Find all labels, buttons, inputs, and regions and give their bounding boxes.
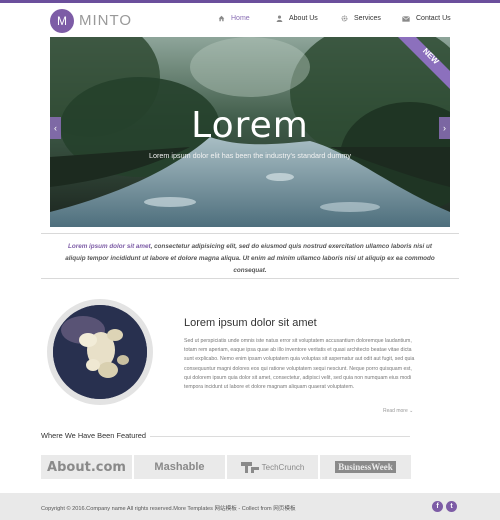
chevron-left-icon: ‹ (54, 123, 57, 133)
site-name[interactable]: MINTO (79, 12, 132, 29)
featured-heading-line (150, 436, 410, 437)
partner-logos: About.com Mashable TechCrunch BusinessWe… (41, 455, 411, 479)
businessweek-label: BusinessWeek (335, 461, 396, 473)
divider-top (41, 233, 459, 234)
home-icon (218, 15, 225, 22)
facebook-icon[interactable]: f (432, 501, 443, 512)
read-more-link[interactable]: Read more ⌄ (383, 408, 413, 414)
intro-lead: Lorem ipsum dolor sit amet (68, 243, 151, 250)
nav-services-label: Services (354, 15, 381, 22)
nav-contact-label: Contact Us (416, 15, 451, 22)
partner-logo-businessweek[interactable]: BusinessWeek (320, 455, 411, 479)
envelope-icon (402, 15, 410, 22)
hero-slider[interactable]: Lorem Lorem ipsum dolor elit has been th… (50, 37, 450, 227)
feature-image (53, 305, 147, 399)
logo-badge[interactable]: M (50, 9, 74, 33)
nav-home-label: Home (231, 15, 250, 22)
site-footer: Copyright © 2016.Company name All rights… (0, 493, 500, 520)
techcrunch-mark-icon (240, 461, 259, 473)
slider-prev-button[interactable]: ‹ (50, 117, 61, 139)
nav-services[interactable]: Services (341, 15, 381, 22)
divider-bottom (41, 278, 459, 279)
gear-icon (341, 15, 348, 22)
slider-next-button[interactable]: › (439, 117, 450, 139)
intro-text: Lorem ipsum dolor sit amet, consectetur … (60, 241, 440, 277)
partner-logo-techcrunch[interactable]: TechCrunch (227, 455, 318, 479)
new-ribbon: NEW (398, 37, 450, 89)
hero-subtitle: Lorem ipsum dolor elit has been the indu… (149, 151, 351, 160)
featured-heading: Where We Have Been Featured (41, 431, 147, 440)
partner-logo-mashable[interactable]: Mashable (134, 455, 225, 479)
chevron-right-icon: › (443, 123, 446, 133)
twitter-icon[interactable]: t (446, 501, 457, 512)
nav-about[interactable]: About Us (276, 15, 318, 22)
nav-home[interactable]: Home (218, 15, 250, 22)
feature-title: Lorem ipsum dolor sit amet (184, 317, 317, 329)
techcrunch-label: TechCrunch (261, 462, 305, 472)
nav-contact[interactable]: Contact Us (402, 15, 451, 22)
nav-about-label: About Us (289, 15, 318, 22)
site-header: M MINTO Home About Us Services Contact U… (0, 3, 500, 37)
hero-title: Lorem (191, 105, 309, 146)
feature-photo-art (53, 305, 147, 399)
user-icon (276, 15, 283, 22)
copyright-text: Copyright © 2016.Company name All rights… (41, 506, 296, 512)
feature-body: Sed ut perspiciatis unde omnis iste natu… (184, 338, 415, 391)
partner-logo-about[interactable]: About.com (41, 455, 132, 479)
